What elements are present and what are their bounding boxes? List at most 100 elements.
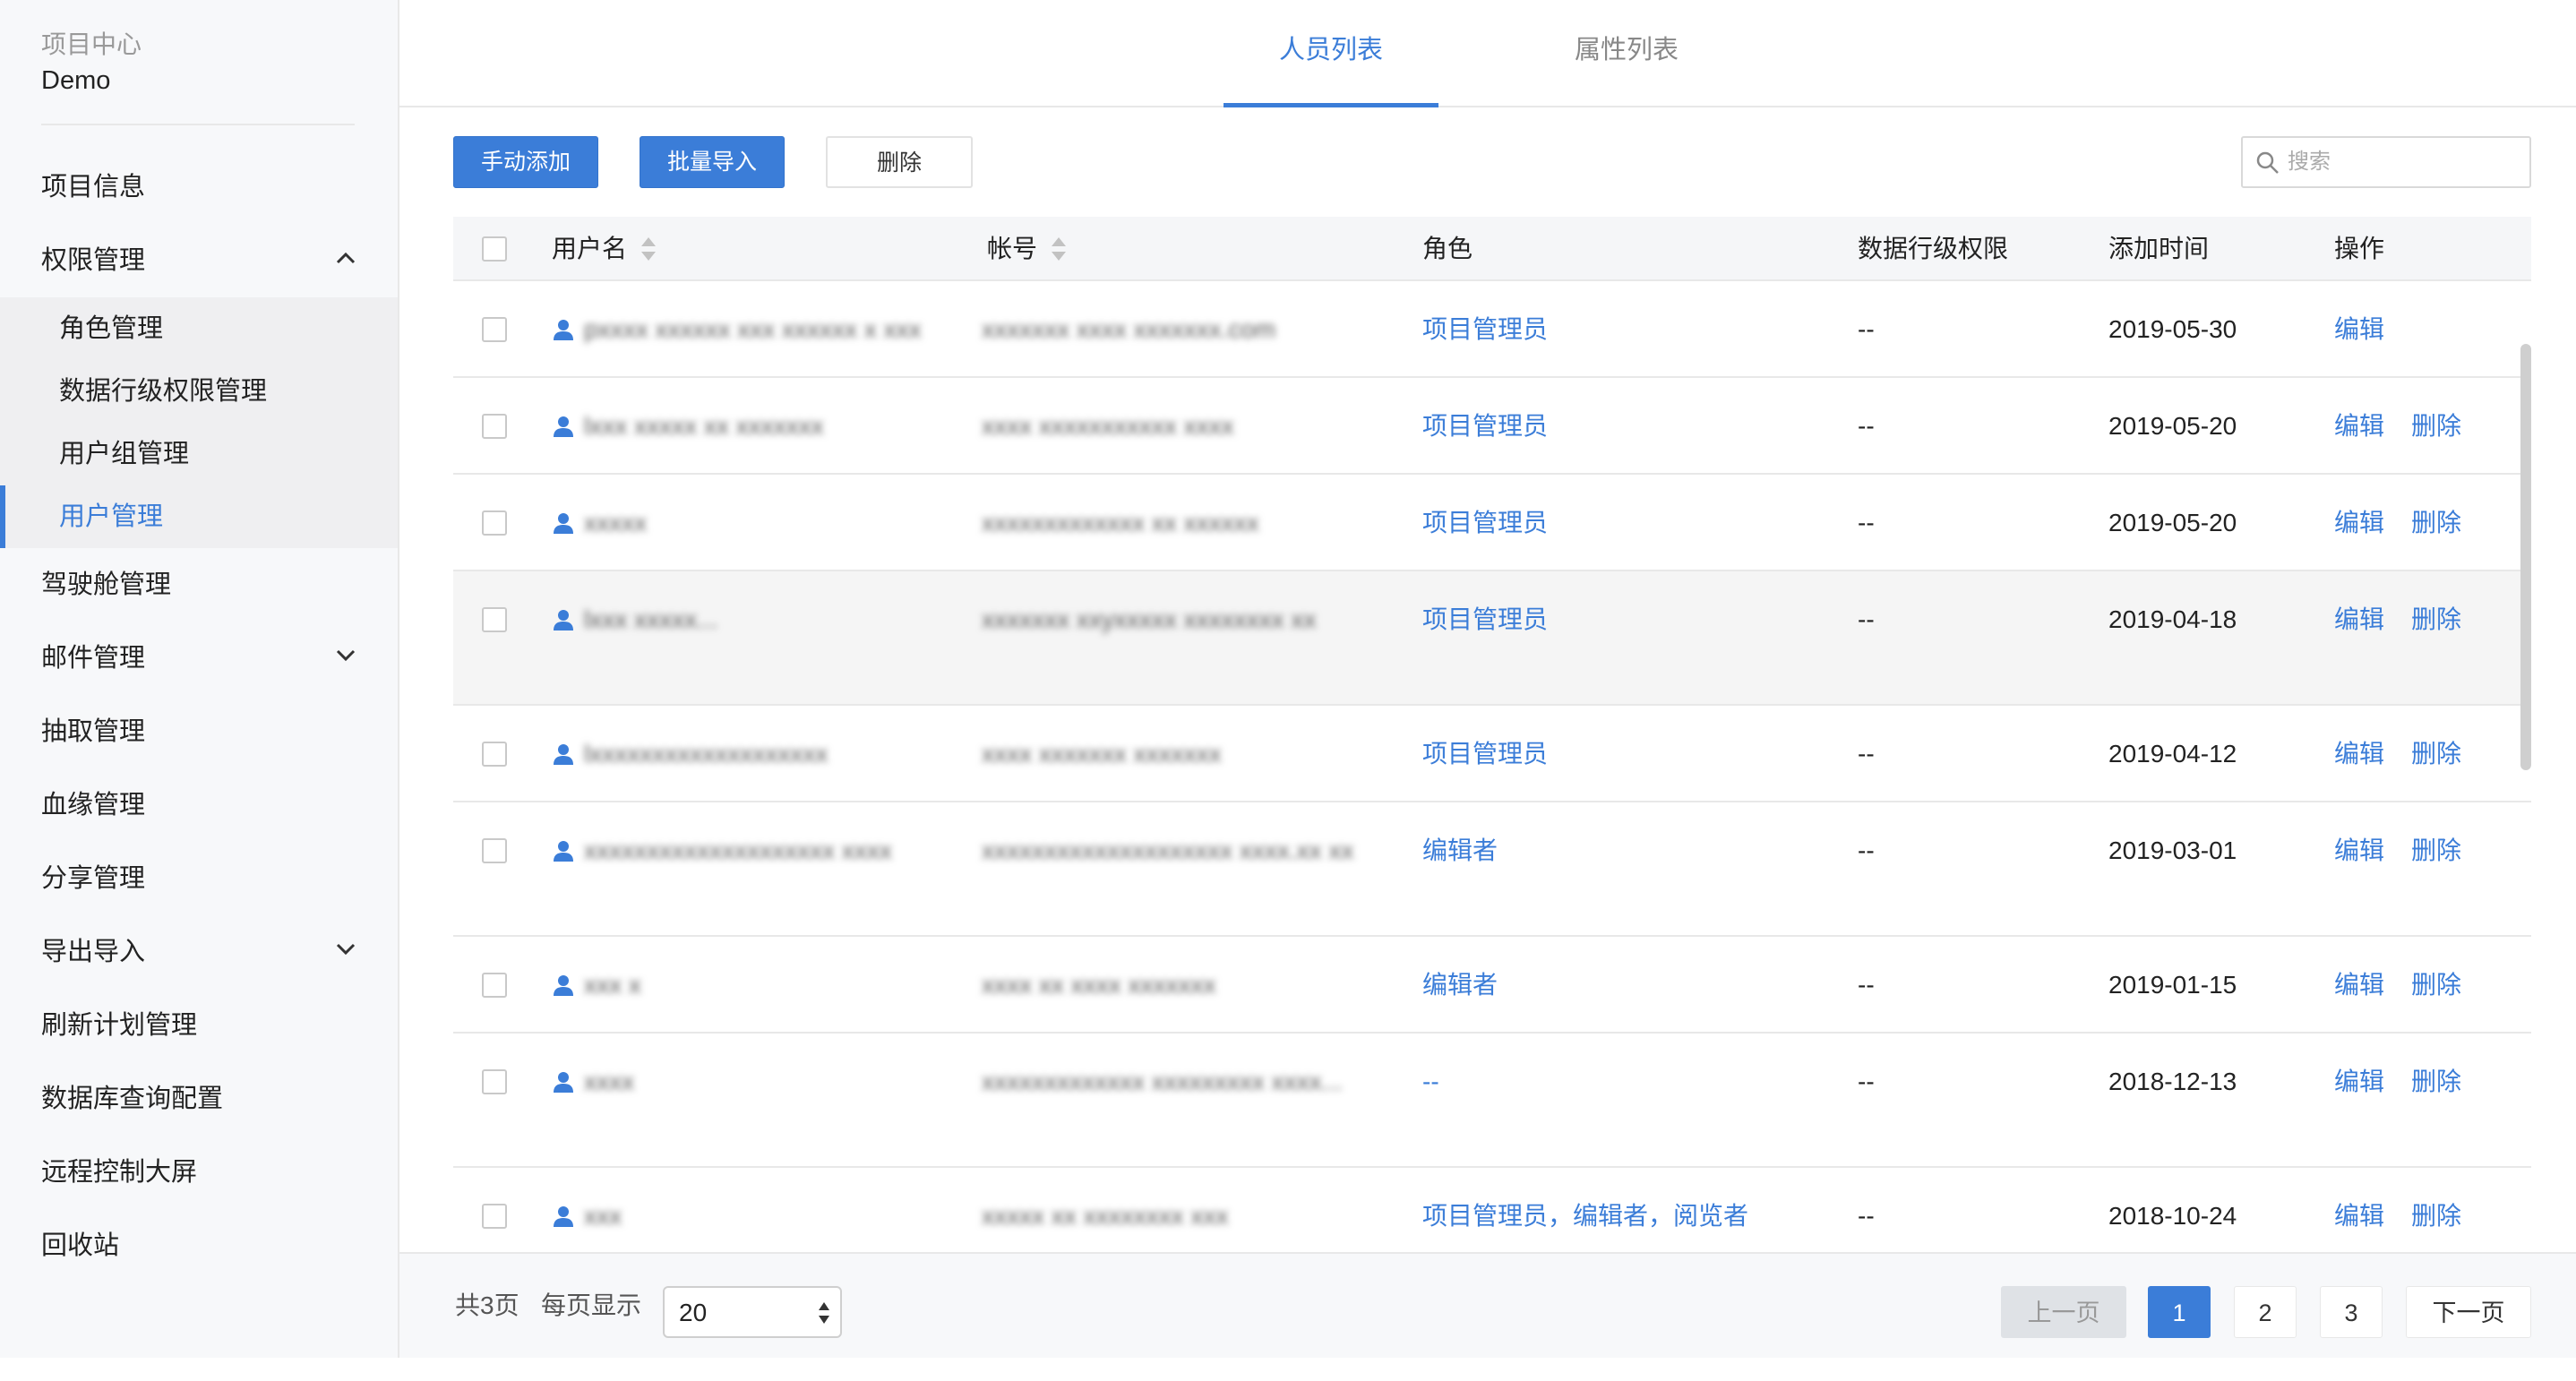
sidebar-item-remote-screen[interactable]: 远程控制大屏 — [0, 1136, 398, 1209]
account-cell: xxxxxxxxxxxxx xxxxxxxxx xxxx... — [982, 1063, 1367, 1101]
column-header-account[interactable]: 帐号 — [987, 217, 1067, 281]
column-header-added-time: 添加时间 — [2108, 235, 2210, 262]
sidebar-item-label: 抽取管理 — [41, 717, 146, 746]
sidebar-item-share[interactable]: 分享管理 — [0, 842, 398, 915]
edit-link[interactable]: 编辑 — [2334, 601, 2384, 639]
sidebar-item-cockpit[interactable]: 驾驶舱管理 — [0, 548, 398, 622]
role-link[interactable]: 编辑者 — [1422, 966, 1498, 1004]
column-header-username[interactable]: 用户名 — [552, 217, 657, 281]
sidebar-item-label: 刷新计划管理 — [41, 1011, 198, 1040]
row-checkbox[interactable] — [482, 1204, 507, 1229]
row-checkbox[interactable] — [482, 317, 507, 342]
row-checkbox[interactable] — [482, 973, 507, 998]
sidebar-item-label: 数据库查询配置 — [41, 1085, 224, 1113]
edit-link[interactable]: 编辑 — [2334, 966, 2384, 1004]
sidebar-item-user-group[interactable]: 用户组管理 — [0, 423, 398, 485]
table-scrollbar[interactable] — [2520, 344, 2531, 770]
role-link[interactable]: 项目管理员 — [1422, 601, 1548, 639]
chevron-down-icon[interactable] — [331, 915, 360, 989]
sidebar-item-refresh-plan[interactable]: 刷新计划管理 — [0, 989, 398, 1062]
table-row: lxxx xxxxx xx xxxxxxx xxxx xxxxxxxxxxx xx… — [453, 378, 2531, 475]
row-checkbox[interactable] — [482, 838, 507, 863]
delete-link[interactable]: 删除 — [2411, 504, 2461, 542]
sidebar-item-user-management[interactable]: 用户管理 — [0, 485, 398, 548]
sidebar-item-permission[interactable]: 权限管理 — [0, 224, 398, 297]
account-text: xxxx xxxxxxxxxxx xxxx — [982, 412, 1234, 440]
row-checkbox[interactable] — [482, 414, 507, 439]
row-permission-value: -- — [1858, 315, 1875, 343]
row-checkbox[interactable] — [482, 742, 507, 767]
role-link[interactable]: 项目管理员 — [1422, 407, 1548, 445]
edit-link[interactable]: 编辑 — [2334, 1063, 2384, 1101]
prev-page-button[interactable]: 上一页 — [2001, 1286, 2126, 1338]
delete-button[interactable]: 删除 — [826, 136, 973, 188]
sidebar-item-extract[interactable]: 抽取管理 — [0, 695, 398, 768]
sidebar-item-lineage[interactable]: 血缘管理 — [0, 768, 398, 842]
next-page-button[interactable]: 下一页 — [2406, 1286, 2531, 1338]
account-text: xxxx xx xxxx xxxxxxx — [982, 971, 1216, 999]
delete-link[interactable]: 删除 — [2411, 601, 2461, 639]
sidebar-item-label: 回收站 — [41, 1231, 120, 1260]
page-1-button[interactable]: 1 — [2148, 1286, 2211, 1338]
role-link[interactable]: 项目管理员，编辑者，阅览者 — [1422, 1197, 1748, 1235]
delete-link[interactable]: 删除 — [2411, 966, 2461, 1004]
sidebar-item-recycle-bin[interactable]: 回收站 — [0, 1209, 398, 1282]
sidebar-item-label: 权限管理 — [41, 246, 146, 275]
search-input[interactable] — [2288, 143, 2520, 181]
added-time-value: 2019-05-20 — [2108, 412, 2237, 440]
sidebar-item-role-management[interactable]: 角色管理 — [0, 297, 398, 360]
sidebar-item-label: 用户组管理 — [59, 440, 190, 468]
add-manually-button[interactable]: 手动添加 — [453, 136, 598, 188]
username-text: xxxxxxxxxxxxxxxxxxxx xxxx — [584, 836, 892, 864]
role-link[interactable]: 项目管理员 — [1422, 311, 1548, 348]
role-link[interactable]: 项目管理员 — [1422, 735, 1548, 773]
delete-link[interactable]: 删除 — [2411, 735, 2461, 773]
row-checkbox[interactable] — [482, 607, 507, 632]
tab-attribute-list[interactable]: 属性列表 — [1555, 0, 1698, 106]
sidebar-item-export-import[interactable]: 导出导入 — [0, 915, 398, 989]
edit-link[interactable]: 编辑 — [2334, 735, 2384, 773]
select-all-checkbox[interactable] — [482, 236, 507, 262]
account-text: xxxxxxxxxxxxx xxxxxxxxx xxxx... — [982, 1068, 1343, 1095]
delete-link[interactable]: 删除 — [2411, 1197, 2461, 1235]
tab-member-list[interactable]: 人员列表 — [1224, 0, 1438, 107]
account-cell: xxxxxxxxxxxxxxxxxxxx xxxx.xx xx — [982, 832, 1367, 870]
edit-link[interactable]: 编辑 — [2334, 311, 2384, 348]
username-text: lxxx xxxxx... — [584, 605, 718, 633]
role-link[interactable]: -- — [1422, 1063, 1439, 1101]
page-2-button[interactable]: 2 — [2234, 1286, 2297, 1338]
edit-link[interactable]: 编辑 — [2334, 1197, 2384, 1235]
sidebar-item-mail[interactable]: 邮件管理 — [0, 622, 398, 695]
column-header-role: 角色 — [1422, 235, 1473, 262]
chevron-down-icon[interactable] — [331, 622, 360, 695]
sidebar-item-row-permission[interactable]: 数据行级权限管理 — [0, 360, 398, 423]
role-link[interactable]: 项目管理员 — [1422, 504, 1548, 542]
sidebar-item-project-info[interactable]: 项目信息 — [0, 150, 398, 224]
username-text: xxx x — [584, 971, 641, 999]
delete-link[interactable]: 删除 — [2411, 832, 2461, 870]
username-cell: lxxx xxxxx xx xxxxxxx — [552, 407, 937, 445]
permission-submenu: 角色管理 数据行级权限管理 用户组管理 用户管理 — [0, 297, 398, 548]
sidebar-item-label: 邮件管理 — [41, 644, 146, 673]
username-cell: lxxxxxxxxxxxxxxxxxxx — [552, 735, 937, 773]
edit-link[interactable]: 编辑 — [2334, 504, 2384, 542]
sidebar-item-label: 血缘管理 — [41, 791, 146, 819]
per-page-select[interactable]: 20 — [663, 1286, 842, 1338]
sort-icon[interactable] — [1052, 236, 1067, 262]
search-box — [2241, 136, 2531, 188]
edit-link[interactable]: 编辑 — [2334, 407, 2384, 445]
sidebar-item-db-query[interactable]: 数据库查询配置 — [0, 1062, 398, 1136]
role-link[interactable]: 编辑者 — [1422, 832, 1498, 870]
chevron-up-icon[interactable] — [331, 224, 360, 297]
page-3-button[interactable]: 3 — [2320, 1286, 2383, 1338]
row-checkbox[interactable] — [482, 1069, 507, 1094]
edit-link[interactable]: 编辑 — [2334, 832, 2384, 870]
delete-link[interactable]: 删除 — [2411, 1063, 2461, 1101]
sidebar-item-label: 项目信息 — [41, 173, 146, 202]
sort-icon[interactable] — [641, 236, 657, 262]
table-row: xxxxx xxxxxxxxxxxxx xx xxxxxx 项目管理员 -- 2019-… — [453, 475, 2531, 571]
row-checkbox[interactable] — [482, 510, 507, 536]
batch-import-button[interactable]: 批量导入 — [640, 136, 785, 188]
delete-link[interactable]: 删除 — [2411, 407, 2461, 445]
table-row: xxxx xxxxxxxxxxxxx xxxxxxxxx xxxx... -- -- 2… — [453, 1034, 2531, 1168]
